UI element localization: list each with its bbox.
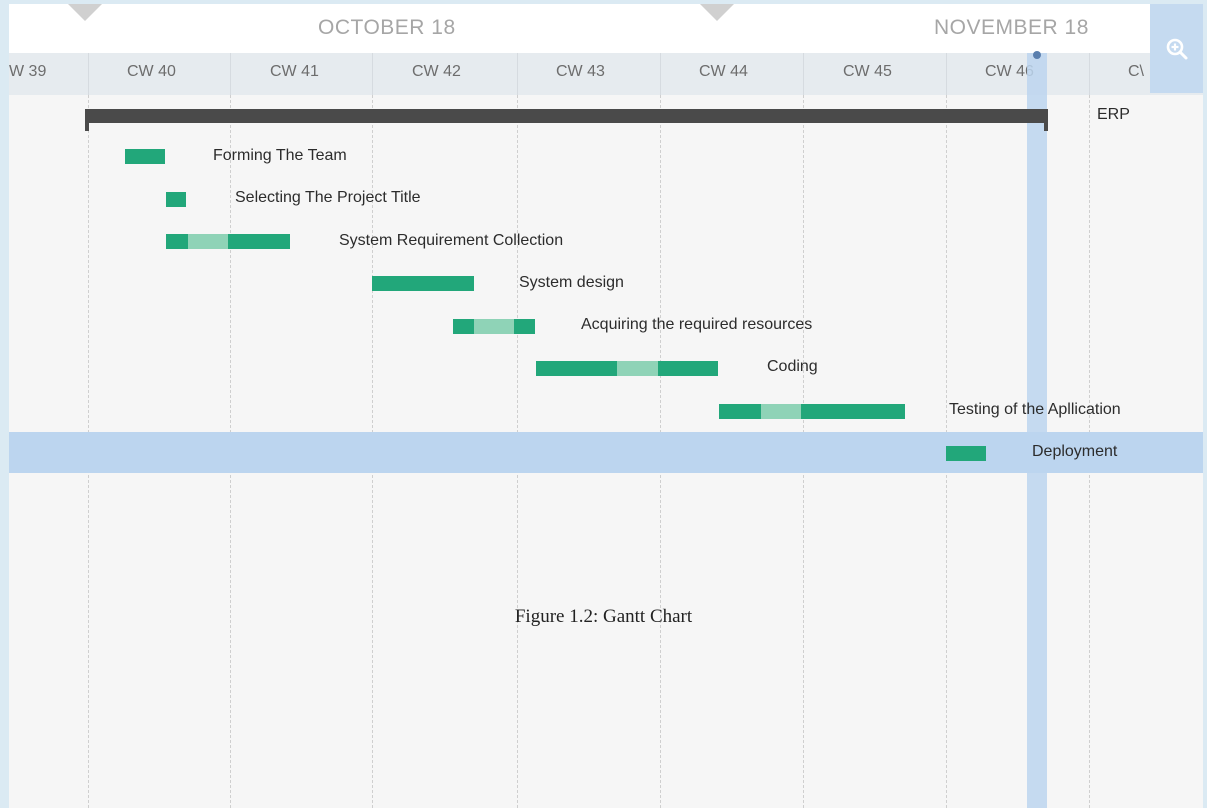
today-marker-pin <box>1033 51 1041 59</box>
task-bar-weekend-segment <box>188 234 228 249</box>
zoom-in-icon <box>1165 37 1189 61</box>
week-separator <box>88 53 89 95</box>
week-label: CW 43 <box>556 63 605 80</box>
project-label: ERP <box>1097 106 1130 123</box>
task-label: System Requirement Collection <box>339 232 564 249</box>
week-separator <box>517 53 518 95</box>
week-label: CW 44 <box>699 63 748 80</box>
task-label: Acquiring the required resources <box>581 316 813 333</box>
week-label: CW 41 <box>270 63 319 80</box>
task-bar-testing[interactable] <box>719 404 905 419</box>
task-bar-selecting-project-title[interactable] <box>166 192 186 207</box>
task-bar-deployment[interactable] <box>946 446 986 461</box>
week-separator <box>372 53 373 95</box>
week-separator <box>1089 53 1090 95</box>
task-bar-forming-the-team[interactable] <box>125 149 165 164</box>
task-label: Forming The Team <box>213 147 347 164</box>
task-bar-weekend-segment <box>761 404 801 419</box>
task-bar-system-requirement-collection[interactable] <box>166 234 290 249</box>
task-label: Deployment <box>1032 443 1118 460</box>
task-label: Coding <box>767 358 818 375</box>
task-label: System design <box>519 274 624 291</box>
task-label: Testing of the Apllication <box>949 401 1121 418</box>
week-label: CW 42 <box>412 63 461 80</box>
task-label: Selecting The Project Title <box>235 189 421 206</box>
week-separator <box>803 53 804 95</box>
frame-right <box>1203 0 1207 808</box>
today-marker <box>1027 53 1047 808</box>
month-marker-october <box>68 4 102 21</box>
project-summary-bar[interactable] <box>85 109 1048 123</box>
week-label: CW 40 <box>127 63 176 80</box>
month-marker-november <box>700 4 734 21</box>
week-separator <box>946 53 947 95</box>
week-label: C\ <box>1128 63 1144 80</box>
zoom-in-button[interactable] <box>1150 4 1203 93</box>
week-label: CW 45 <box>843 63 892 80</box>
month-label-october: OCTOBER 18 <box>318 16 456 39</box>
week-label: W 39 <box>9 63 47 80</box>
task-bar-weekend-segment <box>474 319 514 334</box>
project-summary-start-cap <box>85 109 89 131</box>
month-label-november: NOVEMBER 18 <box>934 16 1089 39</box>
task-bar-weekend-segment <box>617 361 658 376</box>
week-separator <box>230 53 231 95</box>
selected-row-highlight[interactable] <box>9 432 1203 473</box>
figure-caption: Figure 1.2: Gantt Chart <box>514 606 693 627</box>
week-separator <box>660 53 661 95</box>
project-summary-end-cap <box>1044 109 1048 131</box>
task-bar-system-design[interactable] <box>372 276 474 291</box>
frame-left <box>0 0 9 808</box>
